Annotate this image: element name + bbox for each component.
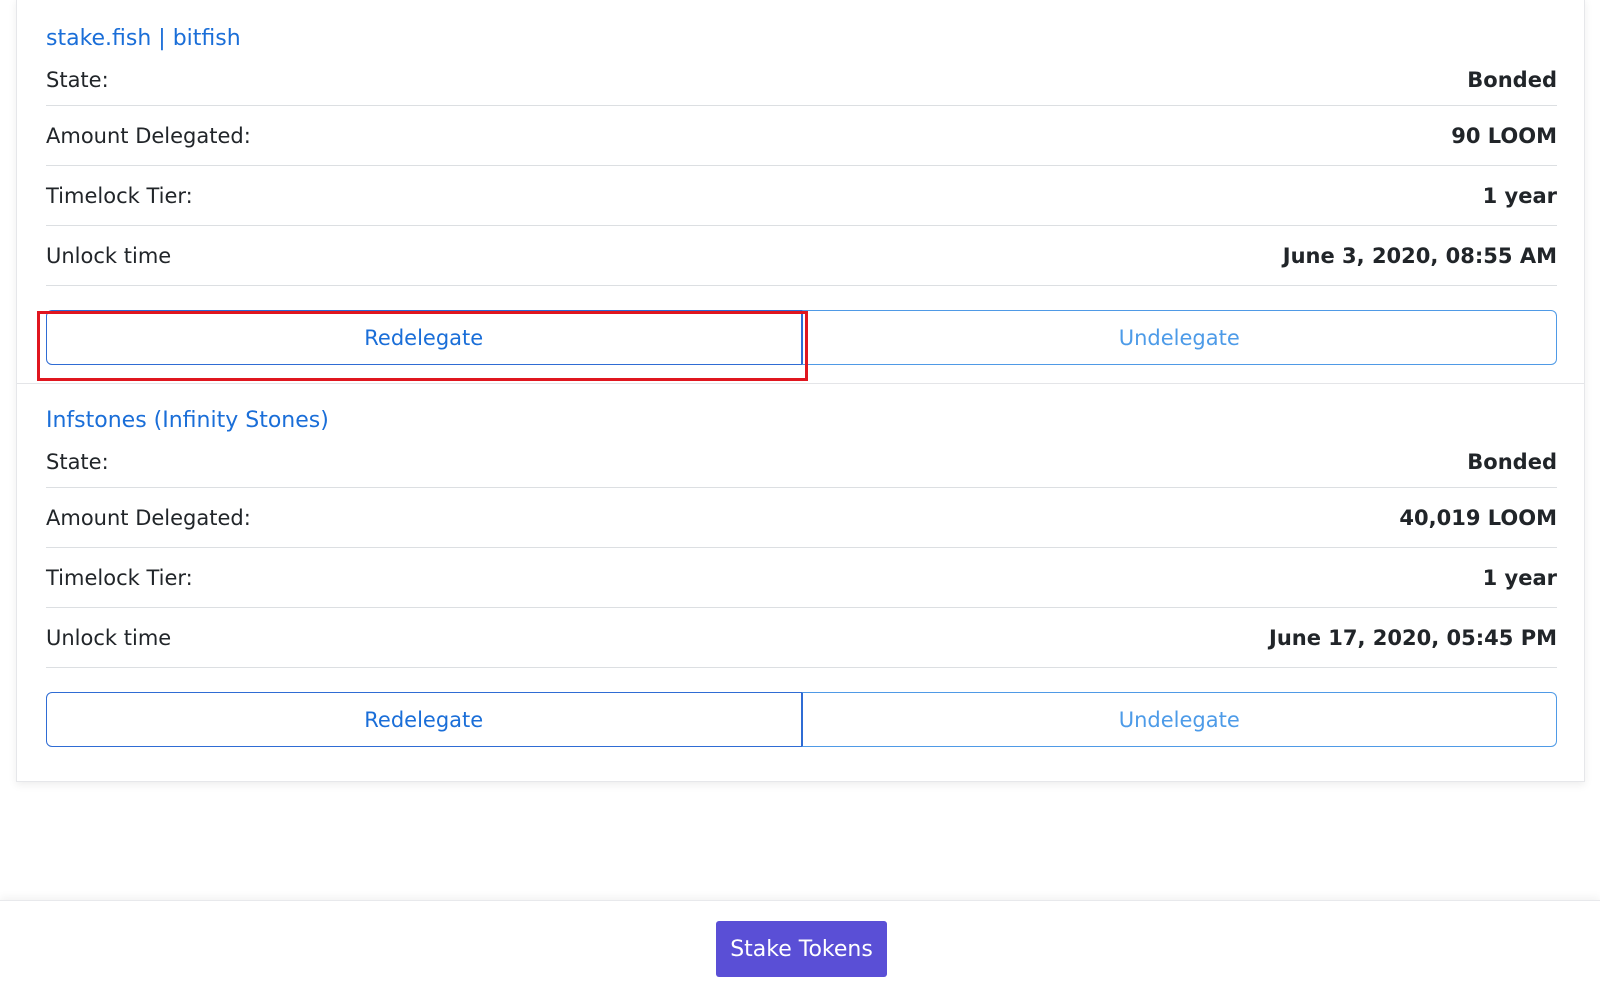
unlock-time-value: June 3, 2020, 08:55 AM <box>1282 243 1557 268</box>
timelock-tier-value: 1 year <box>1482 565 1557 590</box>
page: stake.fish | bitfish State: Bonded Amoun… <box>0 0 1600 990</box>
state-row: State: Bonded <box>46 442 1557 488</box>
delegation-item: Infstones (Infinity Stones) State: Bonde… <box>46 400 1557 747</box>
amount-delegated-row: Amount Delegated: 90 LOOM <box>46 106 1557 166</box>
undelegate-button[interactable]: Undelegate <box>801 310 1557 365</box>
validator-name-link[interactable]: Infstones (Infinity Stones) <box>46 400 1557 442</box>
unlock-time-row: Unlock time June 17, 2020, 05:45 PM <box>46 608 1557 668</box>
amount-delegated-row: Amount Delegated: 40,019 LOOM <box>46 488 1557 548</box>
redelegate-button[interactable]: Redelegate <box>46 310 802 365</box>
state-row: State: Bonded <box>46 60 1557 106</box>
timelock-tier-label: Timelock Tier: <box>46 565 193 590</box>
undelegate-button[interactable]: Undelegate <box>801 692 1557 747</box>
amount-delegated-value: 90 LOOM <box>1451 123 1557 148</box>
timelock-tier-label: Timelock Tier: <box>46 183 193 208</box>
state-label: State: <box>46 68 109 92</box>
unlock-time-label: Unlock time <box>46 625 172 650</box>
state-label: State: <box>46 450 109 474</box>
delegation-item: stake.fish | bitfish State: Bonded Amoun… <box>46 18 1557 365</box>
unlock-time-row: Unlock time June 3, 2020, 08:55 AM <box>46 226 1557 286</box>
footer-bar: Stake Tokens <box>0 900 1600 990</box>
delegations-card: stake.fish | bitfish State: Bonded Amoun… <box>16 0 1585 782</box>
delegation-action-group: Redelegate Undelegate <box>46 692 1557 747</box>
unlock-time-label: Unlock time <box>46 243 172 268</box>
stake-tokens-button[interactable]: Stake Tokens <box>716 921 887 977</box>
timelock-tier-row: Timelock Tier: 1 year <box>46 166 1557 226</box>
amount-delegated-label: Amount Delegated: <box>46 123 251 148</box>
unlock-time-value: June 17, 2020, 05:45 PM <box>1269 625 1557 650</box>
amount-delegated-value: 40,019 LOOM <box>1399 505 1557 530</box>
delegation-action-group: Redelegate Undelegate <box>46 310 1557 365</box>
delegation-divider <box>17 383 1584 384</box>
timelock-tier-row: Timelock Tier: 1 year <box>46 548 1557 608</box>
validator-name-link[interactable]: stake.fish | bitfish <box>46 18 1557 60</box>
amount-delegated-label: Amount Delegated: <box>46 505 251 530</box>
state-value: Bonded <box>1467 450 1557 474</box>
redelegate-button[interactable]: Redelegate <box>46 692 802 747</box>
state-value: Bonded <box>1467 68 1557 92</box>
timelock-tier-value: 1 year <box>1482 183 1557 208</box>
